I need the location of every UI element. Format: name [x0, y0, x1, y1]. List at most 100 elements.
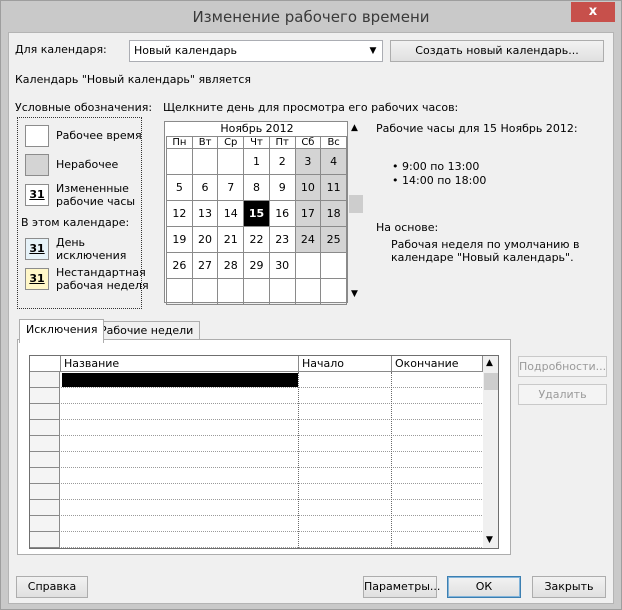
calendar-day[interactable]: 26: [166, 252, 193, 279]
calendar-day[interactable]: 9: [268, 174, 296, 201]
table-row[interactable]: [30, 468, 482, 484]
row-header[interactable]: [30, 388, 60, 404]
scroll-down-icon[interactable]: ▼: [351, 289, 358, 299]
calendar-empty-cell: [217, 278, 245, 305]
calendar-day[interactable]: 30: [268, 252, 296, 279]
calendar-select-value: Новый календарь: [134, 44, 238, 57]
calendar-day[interactable]: 29: [243, 252, 270, 279]
table-row[interactable]: [30, 532, 482, 548]
calendar-day[interactable]: 23: [268, 226, 296, 253]
calendar-day[interactable]: 1: [243, 148, 270, 175]
calendar-day[interactable]: 2: [268, 148, 296, 175]
calendar-empty-cell: [217, 148, 245, 175]
calendar-scroll-thumb[interactable]: [349, 195, 363, 213]
calendar-day[interactable]: 28: [217, 252, 245, 279]
help-button[interactable]: Справка: [16, 576, 88, 598]
column-header-name[interactable]: Название: [61, 356, 299, 372]
table-row[interactable]: [30, 500, 482, 516]
table-row[interactable]: [30, 516, 482, 532]
calendar-day[interactable]: 27: [191, 252, 219, 279]
calendar-day[interactable]: 8: [243, 174, 270, 201]
row-header[interactable]: [30, 516, 60, 532]
selected-cell[interactable]: [62, 373, 298, 387]
close-button[interactable]: Закрыть: [532, 576, 606, 598]
calendar-day[interactable]: 16: [268, 200, 296, 227]
table-row[interactable]: [30, 404, 482, 420]
row-header[interactable]: [30, 468, 60, 484]
delete-button[interactable]: Удалить: [518, 384, 607, 405]
change-working-time-dialog: Изменение рабочего времени x Для календа…: [0, 0, 622, 610]
weekday-header: Вт: [191, 136, 219, 149]
scroll-up-icon[interactable]: ▲: [351, 123, 358, 133]
calendar-day[interactable]: 12: [166, 200, 193, 227]
scroll-down-icon[interactable]: ▼: [486, 535, 493, 545]
row-header[interactable]: [30, 452, 60, 468]
row-header[interactable]: [30, 484, 60, 500]
row-header[interactable]: [30, 532, 60, 548]
legend-changed-hours-label-1: Измененные: [56, 182, 129, 195]
calendar-empty-cell: [166, 148, 193, 175]
calendar-day[interactable]: 24: [294, 226, 322, 253]
calendar-empty-cell: [166, 278, 193, 305]
row-header[interactable]: [30, 404, 60, 420]
scroll-up-icon[interactable]: ▲: [486, 358, 493, 368]
row-header[interactable]: [30, 372, 60, 388]
calendar-day[interactable]: 7: [217, 174, 245, 201]
calendar-day[interactable]: 10: [294, 174, 322, 201]
calendar-day[interactable]: 14: [217, 200, 245, 227]
calendar-empty-cell: [191, 278, 219, 305]
calendar-day[interactable]: 22: [243, 226, 270, 253]
calendar-day[interactable]: 11: [320, 174, 347, 201]
create-calendar-button[interactable]: Создать новый календарь...: [390, 40, 604, 62]
table-row[interactable]: [30, 388, 482, 404]
weekday-header: Сб: [294, 136, 322, 149]
chevron-down-icon[interactable]: ▼: [367, 41, 379, 61]
calendar-day[interactable]: 20: [191, 226, 219, 253]
table-row[interactable]: [30, 436, 482, 452]
calendar-day[interactable]: 19: [166, 226, 193, 253]
tab-exceptions[interactable]: Исключения: [19, 319, 105, 343]
calendar-empty-cell: [191, 148, 219, 175]
weekday-header: Чт: [243, 136, 270, 149]
details-button[interactable]: Подробности...: [518, 356, 607, 377]
row-header[interactable]: [30, 436, 60, 452]
calendar-day[interactable]: 13: [191, 200, 219, 227]
legend-nonworking-label: Нерабочее: [56, 158, 119, 171]
calendar-scrollbar[interactable]: ▲ ▼: [349, 121, 363, 303]
calendar-day[interactable]: 5: [166, 174, 193, 201]
calendar-day[interactable]: 3: [294, 148, 322, 175]
column-header-start[interactable]: Начало: [299, 356, 392, 372]
legend-working-label: Рабочее время: [56, 129, 142, 142]
calendar-select[interactable]: Новый календарь ▼: [129, 40, 383, 62]
grid-scroll-thumb[interactable]: [484, 373, 498, 390]
calendar-day[interactable]: 4: [320, 148, 347, 175]
table-row[interactable]: [30, 452, 482, 468]
calendar-select-label: Для календаря:: [15, 43, 107, 56]
calendar-status-text: Календарь "Новый календарь" является: [15, 73, 252, 86]
calendar-day[interactable]: 18: [320, 200, 347, 227]
legend-exception-day-swatch: 31: [25, 238, 49, 260]
table-row[interactable]: [30, 484, 482, 500]
ok-button[interactable]: ОК: [447, 576, 521, 598]
month-title: Ноябрь 2012: [220, 122, 294, 135]
calendar-day[interactable]: 17: [294, 200, 322, 227]
column-header-finish[interactable]: Окончание: [392, 356, 483, 372]
options-button[interactable]: Параметры...: [363, 576, 440, 598]
legend-panel: Рабочее время Нерабочее 31 Измененные ра…: [17, 117, 149, 309]
exceptions-grid[interactable]: Название Начало Окончание ▲ ▼: [29, 355, 499, 549]
calendar-empty-cell: [320, 252, 347, 279]
calendar-day[interactable]: 6: [191, 174, 219, 201]
calendar-day[interactable]: 25: [320, 226, 347, 253]
table-row[interactable]: [30, 420, 482, 436]
close-icon[interactable]: x: [571, 2, 615, 22]
row-header[interactable]: [30, 500, 60, 516]
based-on-title: На основе:: [376, 221, 439, 234]
calendar-day[interactable]: 21: [217, 226, 245, 253]
legend-in-calendar-title: В этом календаре:: [21, 216, 130, 229]
calendar-day[interactable]: 15: [243, 200, 270, 227]
row-header[interactable]: [30, 420, 60, 436]
grid-scrollbar[interactable]: ▲ ▼: [483, 356, 498, 548]
based-on-line-2: календаре "Новый календарь".: [391, 251, 574, 264]
tab-work-weeks[interactable]: Рабочие недели: [93, 321, 201, 341]
based-on-line-1: Рабочая неделя по умолчанию в: [391, 238, 580, 251]
